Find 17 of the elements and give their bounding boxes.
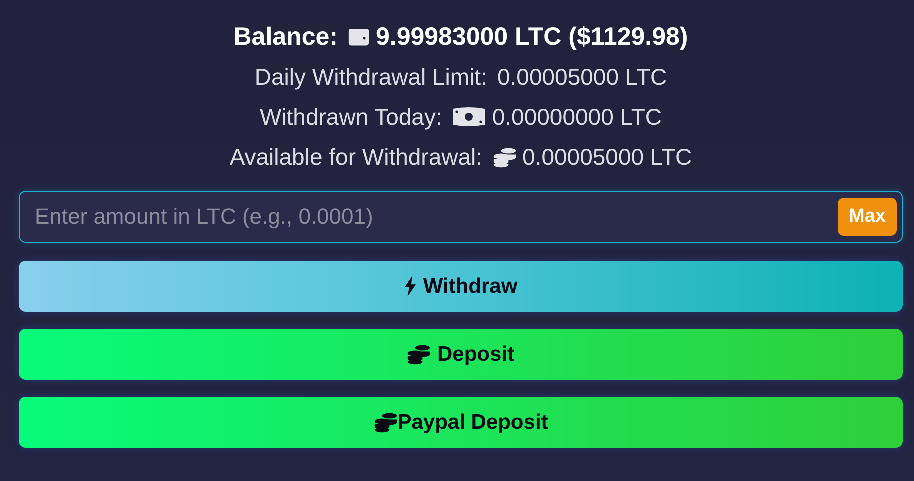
deposit-button[interactable]: Paypal Deposit [19,397,903,448]
balance-value: 9.99983000 LTC ($1129.98) [376,22,688,52]
stat-value: 0.00000000 LTC [492,104,662,130]
stat-value: 0.00005000 LTC [497,64,668,90]
balance-label: Balance: [234,22,338,52]
coins-icon [374,412,398,433]
stat-label: Withdrawn Today: [260,104,442,130]
stat-label: Available for Withdrawal: [230,144,483,170]
stat-value: 0.00005000 LTC [522,144,692,170]
lightning-icon [404,276,418,297]
deposit-button[interactable]: Deposit [19,329,903,380]
withdraw-button[interactable]: Withdraw [19,261,903,312]
coins-icon [492,146,517,168]
stat-label: Daily Withdrawal Limit: [254,64,488,90]
banknote-icon [452,106,486,128]
coins-icon [407,344,432,365]
wallet-icon [348,28,370,46]
